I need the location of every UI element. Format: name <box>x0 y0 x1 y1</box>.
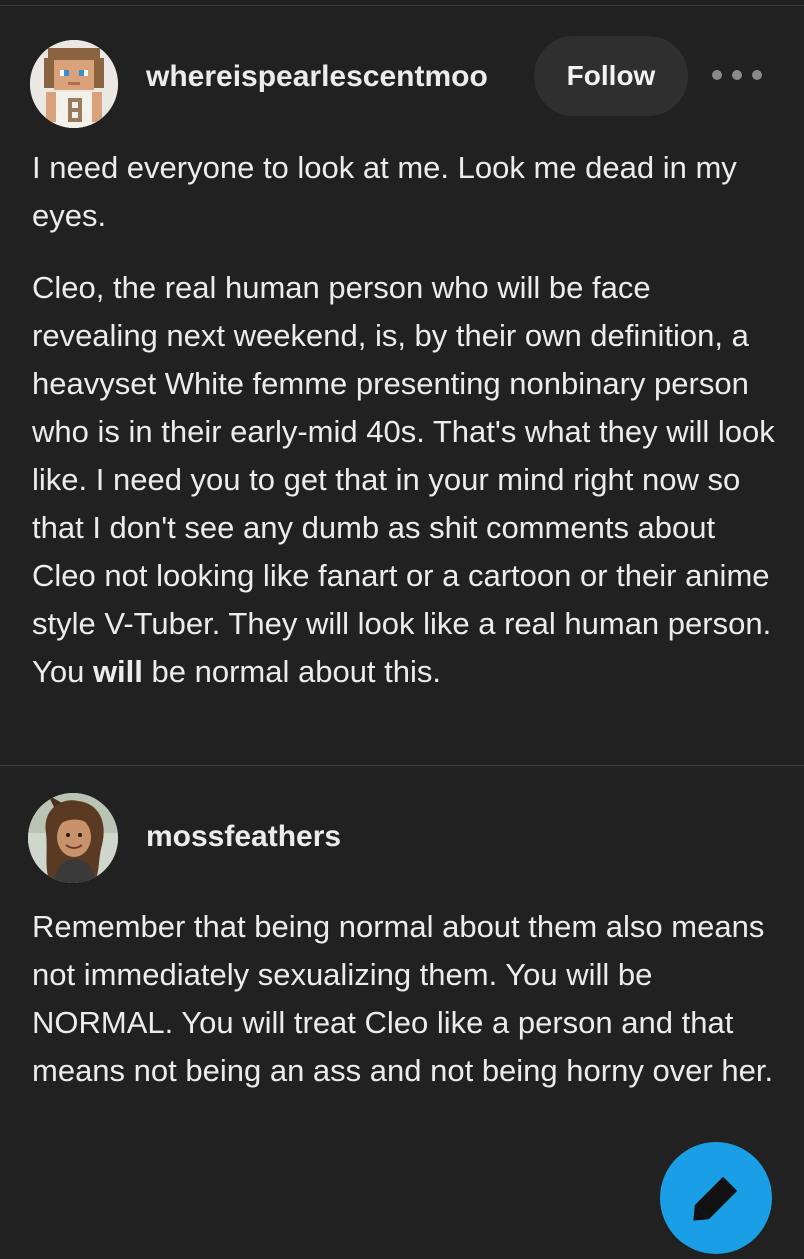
post-username[interactable]: whereispearlescentmoo <box>146 60 488 94</box>
reply-divider <box>0 765 804 766</box>
reply-username[interactable]: mossfeathers <box>146 820 341 854</box>
dot <box>732 70 742 80</box>
pencil-icon <box>693 1176 738 1221</box>
post-paragraph-1: I need everyone to look at me. Look me d… <box>32 150 737 233</box>
minecraft-skin-avatar <box>30 40 118 128</box>
post-paragraph-2: Cleo, the real human person who will be … <box>32 264 777 696</box>
follow-button[interactable]: Follow <box>534 36 688 116</box>
post-paragraph-2-emphasis: will <box>92 654 143 689</box>
avatar-whereispearlescentmoo[interactable] <box>30 40 118 128</box>
top-divider <box>0 5 804 6</box>
avatar-mossfeathers[interactable] <box>28 793 118 883</box>
post-paragraph-2-end: be normal about this. <box>142 654 442 689</box>
post-paragraph-2-text: Cleo, the real human person who will be … <box>32 270 775 689</box>
dot <box>712 70 722 80</box>
reply-body: Remember that being normal about them al… <box>32 903 777 1095</box>
reply-paragraph: Remember that being normal about them al… <box>32 909 774 1088</box>
more-options-icon[interactable] <box>712 60 762 90</box>
dot <box>752 70 762 80</box>
character-portrait-avatar <box>28 793 118 883</box>
post-body: I need everyone to look at me. Look me d… <box>32 144 777 696</box>
compose-button[interactable] <box>660 1142 772 1254</box>
